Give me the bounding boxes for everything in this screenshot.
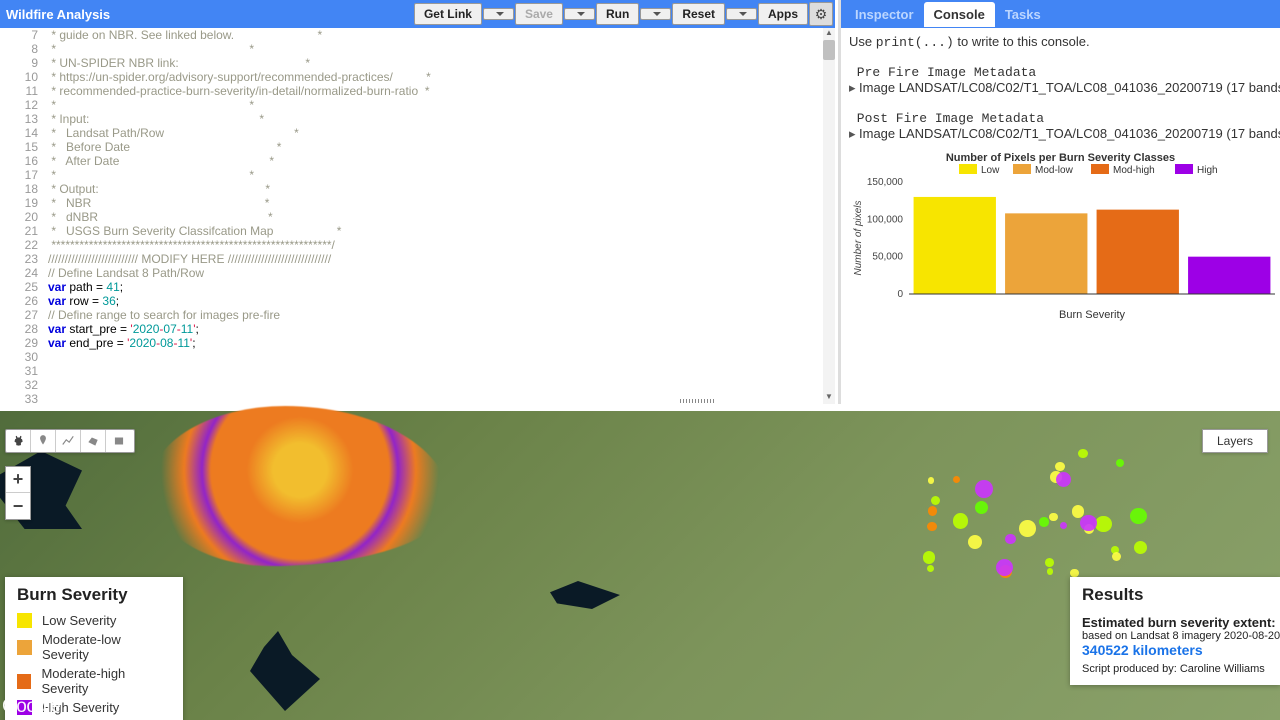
legend-label: Moderate-high Severity	[41, 666, 171, 696]
console-line: Post Fire Image Metadata	[849, 111, 1272, 126]
get-link-button[interactable]: Get Link	[414, 3, 482, 25]
tab-console[interactable]: Console	[924, 2, 995, 27]
console-line: Pre Fire Image Metadata	[849, 65, 1272, 80]
legend-item: Moderate-high Severity	[17, 664, 171, 698]
marker-tool[interactable]	[31, 430, 56, 452]
svg-text:Burn Severity: Burn Severity	[1059, 309, 1126, 321]
legend-swatch	[17, 640, 32, 655]
reset-button[interactable]: Reset	[672, 3, 725, 25]
rectangle-tool[interactable]	[106, 430, 131, 452]
code-editor[interactable]: 7891011121314151617181920212223242526272…	[0, 28, 835, 404]
results-headline: Estimated burn severity extent:	[1082, 615, 1268, 630]
chevron-down-icon	[496, 12, 504, 16]
map-water	[550, 581, 620, 609]
editor-toolbar: Wildfire Analysis Get Link Save Run Rese…	[0, 0, 835, 28]
legend-item: Moderate-low Severity	[17, 630, 171, 664]
google-logo: Google	[2, 696, 60, 718]
expand-icon: ▸	[849, 126, 859, 142]
legend-swatch	[17, 674, 31, 689]
legend-title: Burn Severity	[17, 585, 171, 605]
scroll-thumb[interactable]	[823, 40, 835, 60]
legend-item: Low Severity	[17, 611, 171, 630]
scroll-down-icon[interactable]: ▼	[823, 392, 835, 404]
svg-text:Mod-low: Mod-low	[1035, 165, 1074, 176]
legend-label: Moderate-low Severity	[42, 632, 171, 662]
map-water	[250, 631, 320, 711]
side-panel: Inspector Console Tasks Use print(...) t…	[838, 0, 1280, 404]
line-gutter: 7891011121314151617181920212223242526272…	[0, 28, 48, 404]
zoom-out-button[interactable]: −	[6, 493, 30, 519]
console-body[interactable]: Use print(...) to write to this console.…	[841, 28, 1280, 404]
splitter-grip-icon	[680, 399, 716, 403]
svg-text:150,000: 150,000	[867, 177, 904, 188]
svg-text:Mod-high: Mod-high	[1113, 165, 1155, 176]
code-area[interactable]: * guide on NBR. See linked below. * * * …	[48, 28, 835, 404]
scroll-up-icon[interactable]: ▲	[823, 28, 835, 40]
console-chart: Number of Pixels per Burn Severity Class…	[849, 152, 1272, 324]
toolbar-buttons: Get Link Save Run Reset Apps ⚙	[414, 0, 833, 28]
results-value[interactable]: 340522 kilometers	[1082, 642, 1268, 658]
get-link-dropdown[interactable]	[483, 8, 514, 20]
legend-label: Low Severity	[42, 613, 116, 628]
console-expandable[interactable]: ▸Image LANDSAT/LC08/C02/T1_TOA/LC08_0410…	[849, 80, 1272, 96]
burn-overlay	[150, 406, 450, 566]
layers-button[interactable]: Layers	[1202, 429, 1268, 453]
results-title: Results	[1082, 585, 1268, 605]
panel-splitter[interactable]	[0, 404, 1280, 411]
map-tools	[5, 429, 135, 453]
settings-button[interactable]: ⚙	[809, 2, 833, 26]
save-dropdown[interactable]	[564, 8, 595, 20]
apps-button[interactable]: Apps	[758, 3, 808, 25]
gear-icon: ⚙	[815, 6, 828, 23]
run-dropdown[interactable]	[640, 8, 671, 20]
editor-scrollbar[interactable]: ▲ ▼	[823, 28, 835, 404]
svg-text:Number of pixels: Number of pixels	[853, 200, 864, 275]
side-tabs: Inspector Console Tasks	[841, 0, 1280, 28]
svg-text:100,000: 100,000	[867, 214, 904, 225]
save-button[interactable]: Save	[515, 3, 563, 25]
tab-inspector[interactable]: Inspector	[845, 2, 924, 27]
reset-dropdown[interactable]	[726, 8, 757, 20]
map[interactable]: + − Layers Burn Severity Low Severity Mod…	[0, 411, 1280, 720]
run-button[interactable]: Run	[596, 3, 639, 25]
polygon-tool[interactable]	[81, 430, 106, 452]
zoom-in-button[interactable]: +	[6, 467, 30, 493]
chevron-down-icon	[653, 12, 661, 16]
legend-swatch	[17, 613, 32, 628]
chevron-down-icon	[577, 12, 585, 16]
zoom-controls: + −	[5, 466, 31, 520]
svg-text:Low: Low	[981, 165, 1000, 176]
console-expandable[interactable]: ▸Image LANDSAT/LC08/C02/T1_TOA/LC08_0410…	[849, 126, 1272, 142]
console-hint: Use print(...) to write to this console.	[849, 34, 1272, 50]
tab-tasks[interactable]: Tasks	[995, 2, 1051, 27]
script-title: Wildfire Analysis	[6, 7, 110, 22]
expand-icon: ▸	[849, 80, 859, 96]
results-basis: based on Landsat 8 imagery 2020-08-20	[1082, 630, 1268, 642]
chart-area: 0 50,000 100,000 150,000 Number of pixels Low…	[849, 164, 1279, 324]
results-credit: Script produced by: Caroline Williams	[1082, 663, 1268, 675]
pan-tool[interactable]	[6, 430, 31, 452]
chart-title: Number of Pixels per Burn Severity Class…	[849, 152, 1272, 164]
svg-text:50,000: 50,000	[872, 252, 903, 263]
svg-text:High: High	[1197, 165, 1218, 176]
svg-text:0: 0	[897, 289, 903, 300]
chevron-down-icon	[739, 12, 747, 16]
results-panel: Results Estimated burn severity extent: …	[1070, 577, 1280, 685]
line-tool[interactable]	[56, 430, 81, 452]
console-blank	[849, 96, 1272, 111]
